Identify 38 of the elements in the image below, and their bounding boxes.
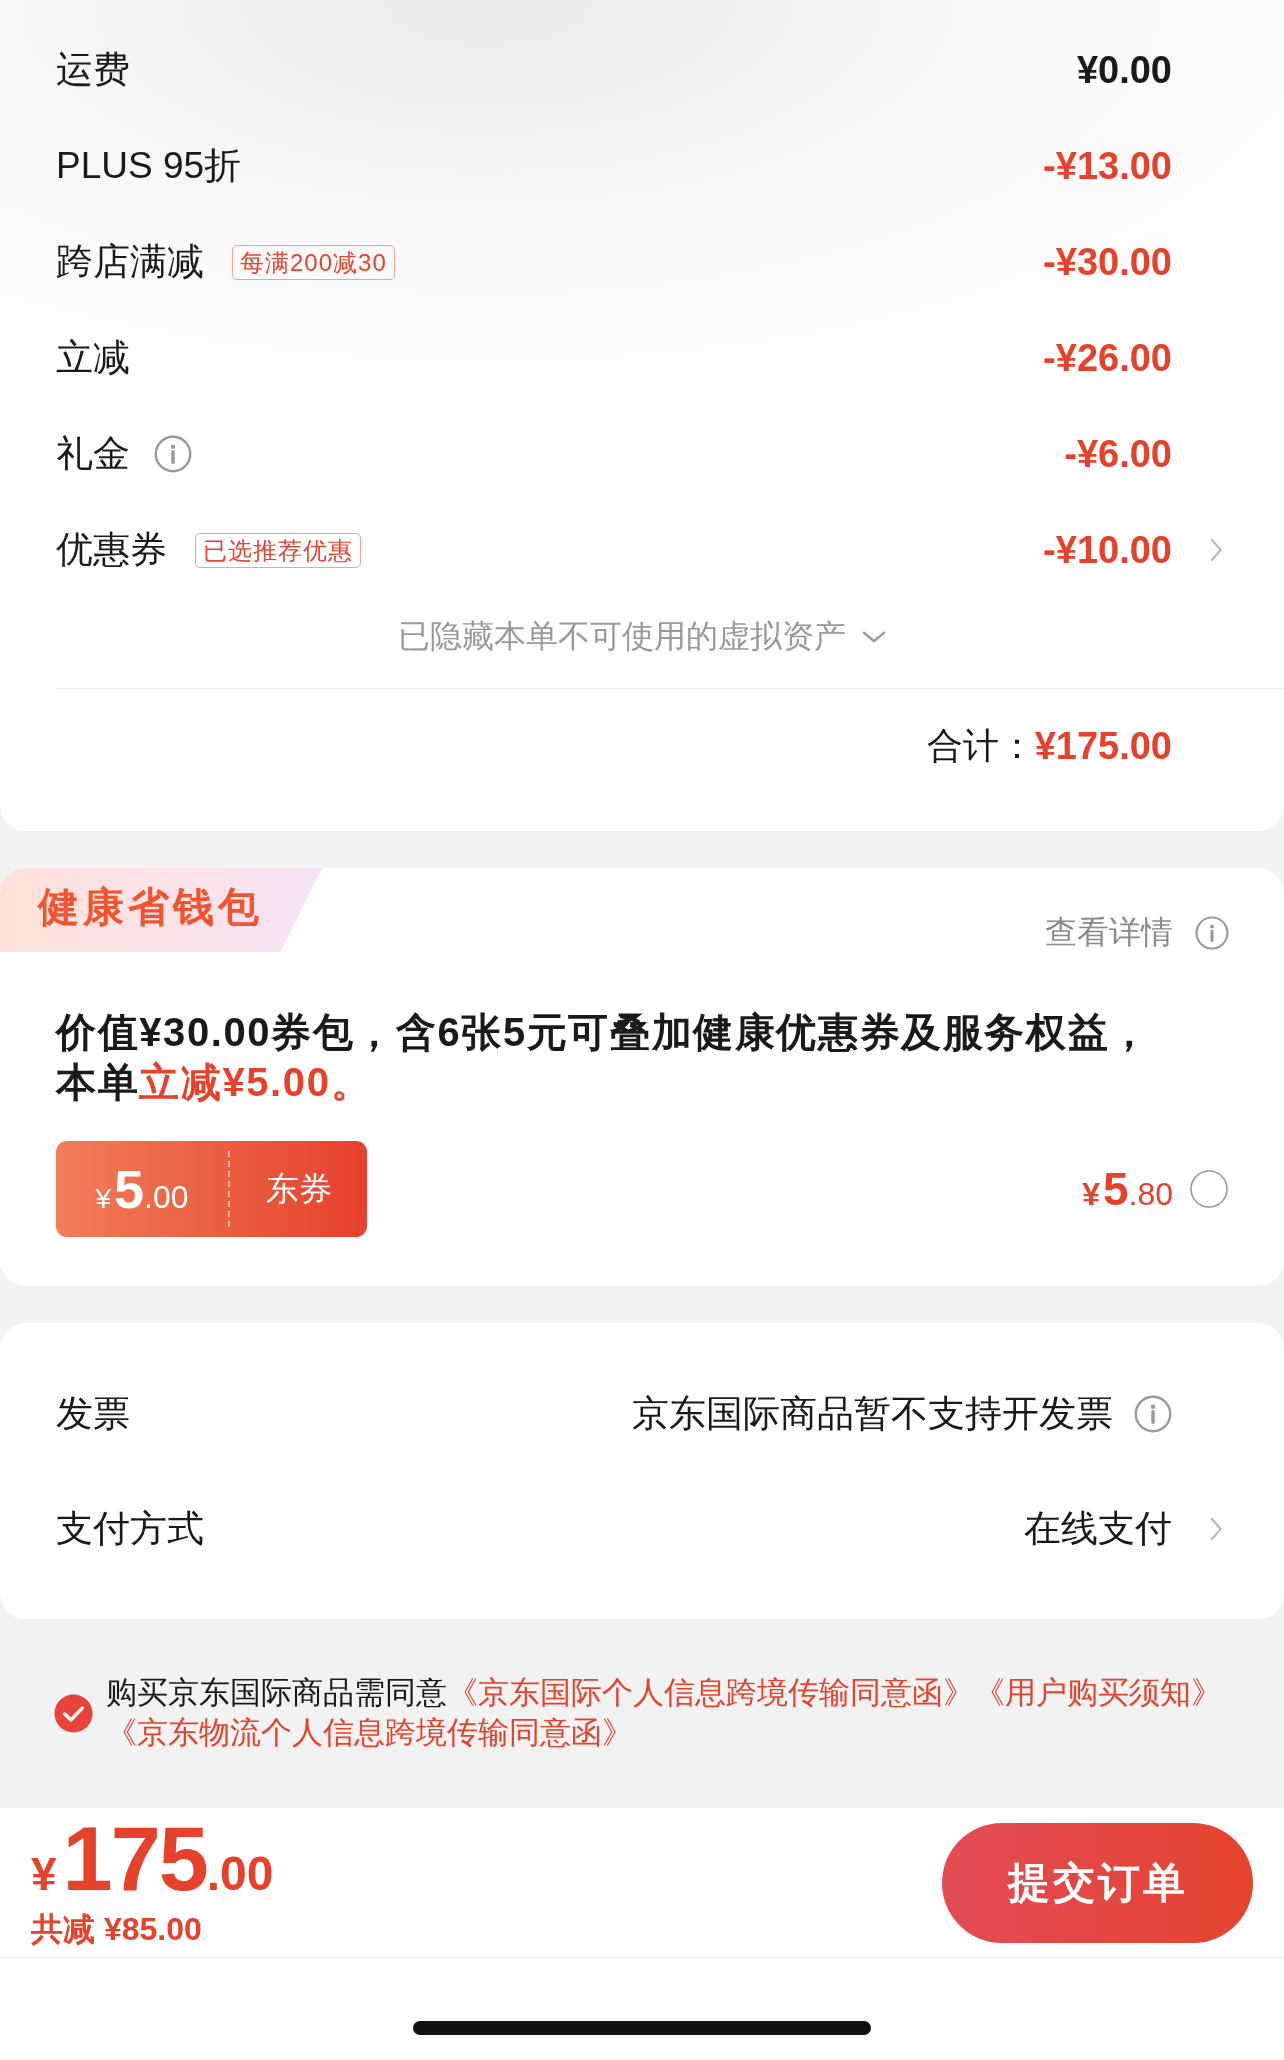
row-label: 运费 — [56, 48, 130, 92]
row-label: 发票 — [56, 1391, 130, 1436]
pack-description: 价值¥30.00券包，含6张5元可叠加健康优惠券及服务权益，本单立减¥5.00。 — [56, 1009, 1152, 1106]
price-amount: -¥30.00 — [1043, 240, 1172, 284]
total-amount: ¥175.00 — [1034, 724, 1172, 768]
info-icon — [1195, 916, 1229, 950]
row-label: 礼金 — [56, 432, 130, 476]
submit-order-button[interactable]: 提交订单 — [942, 1822, 1253, 1943]
price-amount: -¥13.00 — [1043, 144, 1172, 188]
radio-button[interactable] — [1190, 1170, 1228, 1208]
row-value: 京东国际商品暂不支持开发票 — [632, 1391, 1113, 1436]
wallet-title-banner: 健康省钱包 — [0, 868, 322, 952]
order-total-price: ¥175.00 — [31, 1813, 274, 1904]
row-label: 跨店满减 — [56, 240, 204, 284]
row-label: 立减 — [56, 336, 130, 380]
price-amount: -¥6.00 — [1064, 432, 1172, 476]
row-value: 在线支付 — [1024, 1506, 1172, 1551]
details-link[interactable]: 查看详情 — [1045, 911, 1173, 955]
promo-tag: 每满200减30 — [232, 244, 395, 280]
price-amount: -¥26.00 — [1043, 336, 1172, 380]
agreement-text: 购买京东国际商品需同意《京东国际个人信息跨境传输同意函》《用户购买须知》 《京东物流个人信息跨境传输同意函》 — [106, 1674, 1223, 1752]
row-label: 支付方式 — [56, 1506, 204, 1551]
pack-price: ¥5.80 — [1082, 1162, 1173, 1217]
row-label: 优惠券 — [56, 528, 167, 572]
hidden-assets-toggle[interactable]: 已隐藏本单不可使用的虚拟资产 — [398, 615, 846, 659]
total-label: 合计： — [926, 723, 1035, 768]
coupon-amount: ¥5.00 — [94, 1158, 190, 1221]
coupon-label: 东券 — [228, 1151, 367, 1227]
agreement-link[interactable]: 《用户购买须知》 — [974, 1675, 1222, 1710]
price-amount: -¥10.00 — [1043, 528, 1172, 572]
total-savings: 共减 ¥85.00 — [31, 1909, 203, 1949]
agreement-link[interactable]: 《京东国际个人信息跨境传输同意函》 — [447, 1675, 974, 1710]
price-amount: ¥0.00 — [1076, 48, 1172, 92]
row-label: PLUS 95折 — [56, 144, 242, 188]
agreement-link[interactable]: 《京东物流个人信息跨境传输同意函》 — [106, 1715, 633, 1750]
promo-tag: 已选推荐优惠 — [195, 532, 361, 568]
chevron-down-icon[interactable] — [862, 631, 886, 643]
agreement-checkbox[interactable] — [54, 1693, 93, 1733]
